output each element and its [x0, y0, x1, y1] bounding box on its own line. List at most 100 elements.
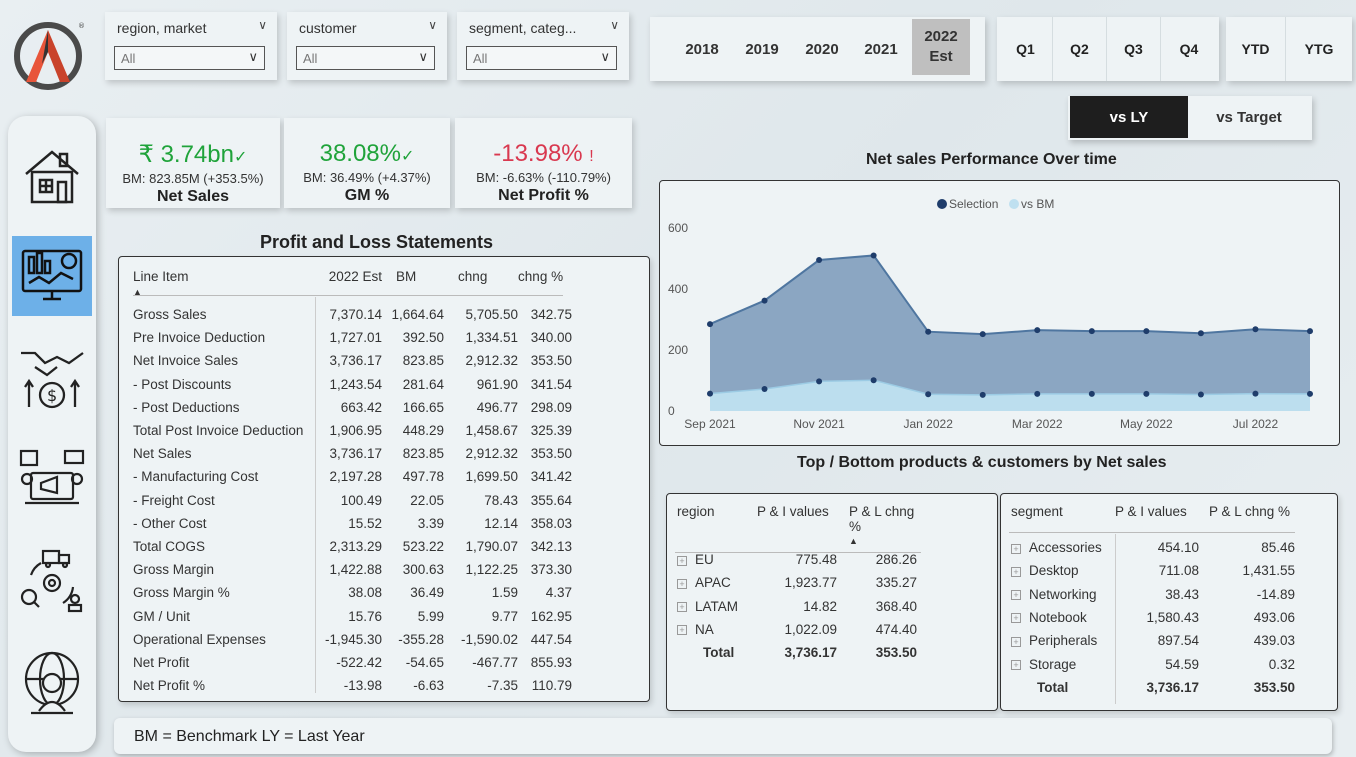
table-row[interactable]: Total Post Invoice Deduction 1,906.95 448.… — [133, 419, 572, 442]
quarter-button[interactable]: Q1 — [999, 17, 1053, 81]
nav-marketing[interactable] — [12, 438, 92, 518]
table-row[interactable]: - Other Cost 15.52 3.39 12.14 358.03 — [133, 512, 572, 535]
ytd-button[interactable]: YTD — [1226, 17, 1286, 81]
quarter-button[interactable]: Q4 — [1161, 17, 1217, 81]
table-row[interactable]: Operational Expenses -1,945.30 -355.28 -1,5… — [133, 628, 572, 651]
expand-icon[interactable]: + — [1011, 566, 1021, 577]
expand-icon[interactable]: + — [677, 578, 687, 589]
table-row[interactable]: GM / Unit 15.76 5.99 9.77 162.95 — [133, 604, 572, 627]
row-label: Peripherals — [1029, 633, 1098, 649]
table-row[interactable]: - Post Discounts 1,243.54 281.64 961.90 341.… — [133, 373, 572, 396]
nav-supply-chain[interactable] — [12, 540, 92, 620]
value-cell: 342.75 — [530, 307, 573, 323]
line-item-cell: Operational Expenses — [133, 631, 266, 647]
filter-segment-category[interactable]: segment, categ... ∨ All ∨ — [457, 12, 629, 80]
value-cell: 1,727.01 — [329, 330, 383, 346]
quarter-button[interactable]: Q3 — [1107, 17, 1161, 81]
chevron-down-icon[interactable]: ∨ — [258, 18, 267, 32]
chevron-down-icon[interactable]: ∨ — [428, 18, 437, 32]
expand-icon[interactable]: + — [1011, 543, 1021, 554]
filter-customer[interactable]: customer ∨ All ∨ — [287, 12, 447, 80]
table-row[interactable]: + LATAM 14.82 368.40 — [677, 595, 917, 618]
expand-icon[interactable]: + — [1011, 590, 1021, 601]
filter-dropdown[interactable]: All ∨ — [466, 46, 617, 70]
table-row[interactable]: + Storage 54.59 0.32 — [1011, 652, 1295, 675]
table-row[interactable]: Net Profit % -13.98 -6.63 -7.35 110.79 — [133, 674, 572, 697]
value-cell: 3.39 — [417, 515, 445, 531]
kpi-name: GM % — [344, 187, 390, 204]
table-row[interactable]: + NA 1,022.09 474.40 — [677, 618, 917, 641]
row-label: APAC — [695, 575, 731, 591]
chevron-down-icon[interactable]: ∨ — [610, 18, 619, 32]
y-tick-label: 400 — [668, 282, 688, 296]
expand-icon[interactable]: + — [677, 602, 687, 613]
table-row[interactable]: Gross Margin 1,422.88 300.63 1,122.25 373.30 — [133, 558, 572, 581]
table-row[interactable]: Net Sales 3,736.17 823.85 2,912.32 353.50 — [133, 442, 572, 465]
benchmark-toggle: vs LY vs Target — [1068, 96, 1312, 140]
kpi-value: ₹ 3.74bn✓ — [138, 141, 248, 168]
expand-icon[interactable]: + — [1011, 613, 1021, 624]
column-header[interactable]: P & I values — [757, 504, 837, 548]
expand-icon[interactable]: + — [677, 555, 687, 566]
table-row[interactable]: + Notebook 1,580.43 493.06 — [1011, 606, 1295, 629]
nav-finance[interactable]: $ — [12, 338, 92, 418]
column-header[interactable]: 2022 Est — [317, 265, 382, 303]
filter-region-market[interactable]: region, market ∨ All ∨ — [105, 12, 277, 80]
table-row[interactable]: Net Invoice Sales 3,736.17 823.85 2,912.32 3… — [133, 349, 572, 372]
table-row[interactable]: - Post Deductions 663.42 166.65 496.77 298.0… — [133, 396, 572, 419]
nav-home[interactable] — [12, 136, 92, 216]
table-row[interactable]: Total COGS 2,313.29 523.22 1,790.07 342.13 — [133, 535, 572, 558]
table-row[interactable]: + Networking 38.43 -14.89 — [1011, 583, 1295, 606]
bm-point — [1088, 390, 1095, 397]
value-cell: 1,422.88 — [329, 562, 383, 578]
expand-icon[interactable]: + — [1011, 660, 1021, 671]
filter-dropdown[interactable]: All ∨ — [296, 46, 435, 70]
table-row[interactable]: + Accessories 454.10 85.46 — [1011, 536, 1295, 559]
value-cell: 9.77 — [491, 608, 519, 624]
table-row[interactable]: - Manufacturing Cost 2,197.28 497.78 1,699.… — [133, 465, 572, 488]
column-header[interactable]: P & L chng % ▲ — [837, 504, 917, 548]
line-item-cell: Gross Sales — [133, 307, 207, 323]
year-button[interactable]: 2018 — [672, 17, 732, 81]
value-cell: 340.00 — [530, 330, 573, 346]
column-header[interactable]: Line Item ▲ — [133, 265, 317, 303]
table-row[interactable]: Gross Margin % 38.08 36.49 1.59 4.37 — [133, 581, 572, 604]
year-button[interactable]: 2019 — [732, 17, 792, 81]
table-row[interactable]: + APAC 1,923.77 335.27 — [677, 571, 917, 594]
nav-executive[interactable] — [12, 644, 92, 724]
table-row[interactable]: - Freight Cost 100.49 22.05 78.43 355.64 — [133, 489, 572, 512]
expand-icon[interactable]: + — [677, 625, 687, 636]
column-header[interactable]: chng — [444, 265, 518, 303]
vs-ly-button[interactable]: vs LY — [1070, 96, 1188, 138]
table-row[interactable]: + Peripherals 897.54 439.03 — [1011, 629, 1295, 652]
table-row[interactable]: Gross Sales 7,370.14 1,664.64 5,705.50 342.7… — [133, 303, 572, 326]
selection-point — [1088, 328, 1095, 335]
column-header[interactable]: BM — [382, 265, 444, 303]
column-header[interactable]: region — [677, 504, 757, 548]
table-row[interactable]: Net Profit -522.42 -54.65 -467.77 855.93 — [133, 651, 572, 674]
selection-point — [1143, 328, 1150, 335]
selection-point — [816, 257, 823, 264]
filter-label: segment, categ... — [469, 20, 577, 36]
year-button-selected[interactable]: 2022 Est — [912, 19, 970, 75]
quarter-button[interactable]: Q2 — [1053, 17, 1107, 81]
bm-point — [1143, 390, 1150, 397]
value-cell: 5.99 — [417, 608, 445, 624]
table-row[interactable]: Pre Invoice Deduction 1,727.01 392.50 1,334… — [133, 326, 572, 349]
table-row[interactable]: + Desktop 711.08 1,431.55 — [1011, 559, 1295, 582]
svg-text:$: $ — [47, 386, 57, 405]
value-cell: 368.40 — [875, 598, 917, 614]
ytg-button[interactable]: YTG — [1286, 17, 1352, 81]
nav-dashboard[interactable] — [12, 236, 92, 316]
value-cell: 78.43 — [484, 492, 519, 508]
filter-dropdown[interactable]: All ∨ — [114, 46, 265, 70]
column-header[interactable]: chng % — [518, 265, 572, 303]
year-button[interactable]: 2020 — [792, 17, 852, 81]
value-cell: 1,699.50 — [465, 469, 519, 485]
table-header-row: region P & I values P & L chng % ▲ — [677, 504, 917, 548]
row-label: LATAM — [695, 598, 739, 614]
expand-icon[interactable]: + — [1011, 636, 1021, 647]
year-button[interactable]: 2021 — [852, 17, 910, 81]
line-item-cell: Gross Margin — [133, 562, 215, 578]
vs-target-button[interactable]: vs Target — [1188, 96, 1310, 138]
